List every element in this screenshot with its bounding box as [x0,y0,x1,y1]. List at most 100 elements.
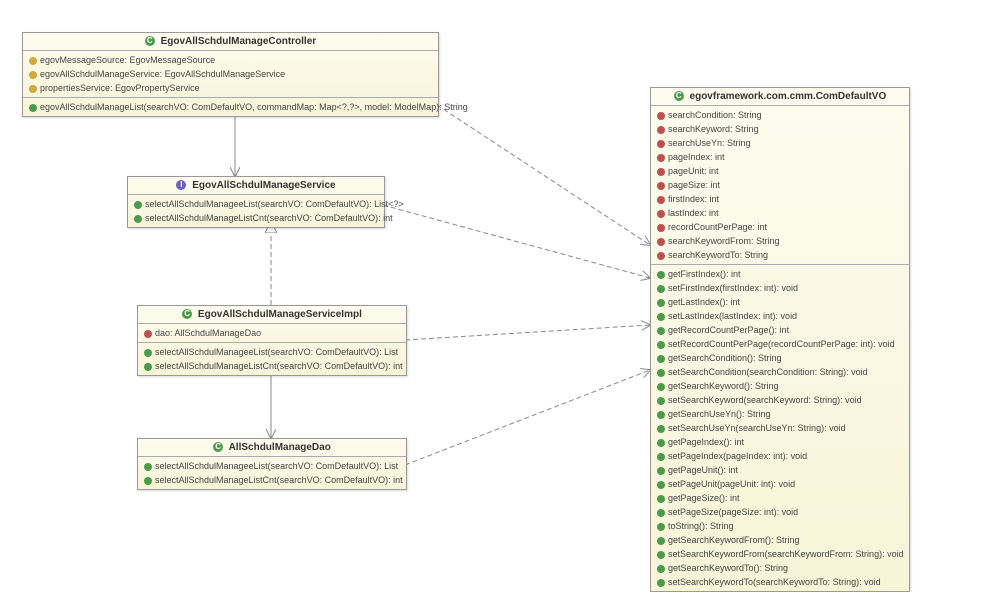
visibility-icon [134,215,142,223]
member-text: getRecordCountPerPage(): int [668,325,789,335]
operations-section: selectAllSchdulManageeList(searchVO: Com… [138,343,406,375]
member-text: searchKeyword: String [668,124,759,134]
visibility-icon [144,477,152,485]
member-text: setPageUnit(pageUnit: int): void [668,479,795,489]
member-text: setPageIndex(pageIndex: int): void [668,451,807,461]
class-title: C EgovAllSchdulManageServiceImpl [138,306,406,324]
member-text: getFirstIndex(): int [668,269,741,279]
member-text: pageSize: int [668,180,720,190]
member-row: getSearchCondition(): String [651,351,909,365]
member-row: searchCondition: String [651,108,909,122]
member-row: getPageUnit(): int [651,463,909,477]
member-row: setSearchKeywordTo(searchKeywordTo: Stri… [651,575,909,589]
visibility-icon [657,537,665,545]
visibility-icon [657,224,665,232]
member-text: egovMessageSource: EgovMessageSource [40,55,215,65]
visibility-icon [29,85,37,93]
class-title: C EgovAllSchdulManageController [23,33,438,51]
class-service-interface[interactable]: I EgovAllSchdulManageService selectAllSc… [127,176,385,228]
member-row: searchKeywordTo: String [651,248,909,262]
visibility-icon [657,210,665,218]
member-text: toString(): String [668,521,734,531]
member-row: searchUseYn: String [651,136,909,150]
class-dao[interactable]: C AllSchdulManageDao selectAllSchdulMana… [137,438,407,490]
member-text: setFirstIndex(firstIndex: int): void [668,283,798,293]
visibility-icon [657,196,665,204]
member-text: propertiesService: EgovPropertyService [40,83,200,93]
visibility-icon [657,579,665,587]
class-title: C egovframework.com.cmm.ComDefaultVO [651,88,909,106]
visibility-icon [29,57,37,65]
class-name: EgovAllSchdulManageController [161,36,317,47]
member-row: egovAllSchdulManageService: EgovAllSchdu… [23,67,438,81]
member-text: searchKeywordTo: String [668,250,768,260]
class-name: egovframework.com.cmm.ComDefaultVO [690,91,887,102]
member-row: pageSize: int [651,178,909,192]
class-service-impl[interactable]: C EgovAllSchdulManageServiceImpl dao: Al… [137,305,407,376]
member-row: egovMessageSource: EgovMessageSource [23,53,438,67]
member-row: setRecordCountPerPage(recordCountPerPage… [651,337,909,351]
class-icon: C [213,442,223,452]
operations-section: getFirstIndex(): int setFirstIndex(firstI… [651,265,909,591]
operations-section: selectAllSchdulManageeList(searchVO: Com… [138,457,406,489]
visibility-icon [657,523,665,531]
member-row: setPageUnit(pageUnit: int): void [651,477,909,491]
visibility-icon [657,341,665,349]
visibility-icon [29,104,37,112]
visibility-icon [657,467,665,475]
visibility-icon [657,551,665,559]
attributes-section: searchCondition: String searchKeyword: St… [651,106,909,265]
member-row: getSearchUseYn(): String [651,407,909,421]
class-name: AllSchdulManageDao [229,442,331,453]
attributes-section: egovMessageSource: EgovMessageSource egov… [23,51,438,98]
member-text: getSearchKeywordFrom(): String [668,535,800,545]
visibility-icon [657,383,665,391]
class-name: EgovAllSchdulManageServiceImpl [198,309,362,320]
member-text: searchKeywordFrom: String [668,236,780,246]
member-text: searchUseYn: String [668,138,751,148]
member-row: dao: AllSchdulManageDao [138,326,406,340]
member-row: firstIndex: int [651,192,909,206]
member-text: setPageSize(pageSize: int): void [668,507,798,517]
visibility-icon [657,271,665,279]
member-row: selectAllSchdulManageeList(searchVO: Com… [138,345,406,359]
member-row: lastIndex: int [651,206,909,220]
member-row: getLastIndex(): int [651,295,909,309]
class-comdefaultvo[interactable]: C egovframework.com.cmm.ComDefaultVO sea… [650,87,910,592]
member-row: setSearchUseYn(searchUseYn: String): voi… [651,421,909,435]
member-row: egovAllSchdulManageList(searchVO: ComDef… [23,100,438,114]
visibility-icon [657,453,665,461]
visibility-icon [657,411,665,419]
member-text: dao: AllSchdulManageDao [155,328,261,338]
visibility-icon [657,509,665,517]
member-text: firstIndex: int [668,194,719,204]
attributes-section: dao: AllSchdulManageDao [138,324,406,343]
member-row: setSearchKeywordFrom(searchKeywordFrom: … [651,547,909,561]
member-text: egovAllSchdulManageService: EgovAllSchdu… [40,69,285,79]
operations-section: egovAllSchdulManageList(searchVO: ComDef… [23,98,438,116]
member-row: recordCountPerPage: int [651,220,909,234]
member-text: pageUnit: int [668,166,719,176]
member-row: searchKeyword: String [651,122,909,136]
member-row: searchKeywordFrom: String [651,234,909,248]
class-icon: C [145,36,155,46]
visibility-icon [657,168,665,176]
visibility-icon [657,112,665,120]
member-row: getPageIndex(): int [651,435,909,449]
visibility-icon [657,481,665,489]
member-text: getSearchKeywordTo(): String [668,563,788,573]
member-text: getSearchKeyword(): String [668,381,779,391]
member-text: selectAllSchdulManageListCnt(searchVO: C… [145,213,393,223]
class-icon: C [182,309,192,319]
visibility-icon [144,363,152,371]
member-row: setLastIndex(lastIndex: int): void [651,309,909,323]
member-row: getPageSize(): int [651,491,909,505]
visibility-icon [657,313,665,321]
visibility-icon [144,463,152,471]
member-row: setSearchCondition(searchCondition: Stri… [651,365,909,379]
member-text: setSearchKeywordFrom(searchKeywordFrom: … [668,549,904,559]
visibility-icon [134,201,142,209]
member-row: getSearchKeywordTo(): String [651,561,909,575]
class-title: I EgovAllSchdulManageService [128,177,384,195]
class-controller[interactable]: C EgovAllSchdulManageController egovMess… [22,32,439,117]
